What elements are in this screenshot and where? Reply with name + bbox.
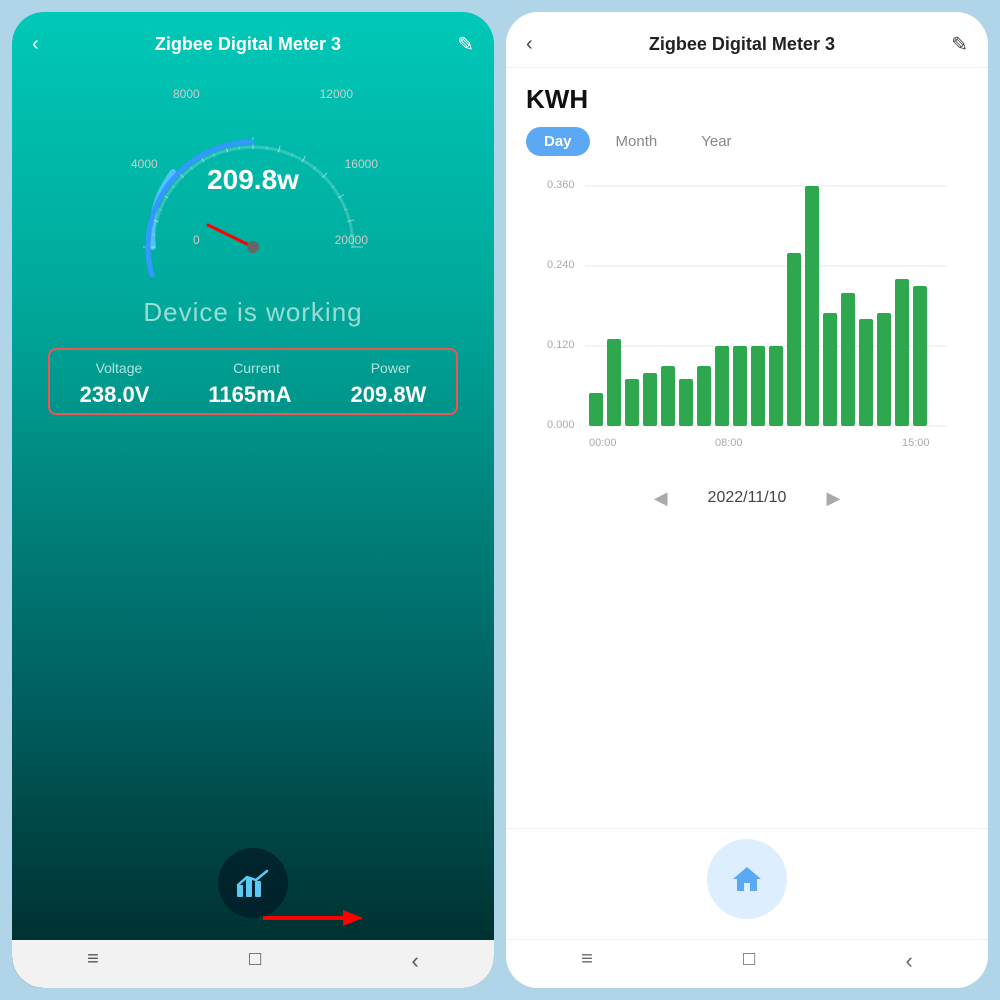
- home-icon-right[interactable]: □: [743, 948, 755, 974]
- stats-box: Voltage Current Power 238.0V 1165mA 209.…: [48, 348, 458, 415]
- voltage-value: 238.0V: [80, 382, 150, 408]
- chart-area: 0.360 0.240 0.120 0.000: [506, 168, 988, 476]
- bottom-nav-right: [506, 828, 988, 939]
- current-value: 1165mA: [208, 382, 291, 408]
- home-icon-left[interactable]: □: [249, 948, 261, 974]
- right-panel: ‹ Zigbee Digital Meter 3 ✎ KWH Day Month…: [506, 12, 988, 988]
- svg-text:08:00: 08:00: [715, 437, 743, 449]
- stats-values: 238.0V 1165mA 209.8W: [50, 382, 456, 408]
- svg-text:0.000: 0.000: [547, 419, 575, 431]
- bar-chart: 0.360 0.240 0.120 0.000: [522, 168, 972, 476]
- left-header: ‹ Zigbee Digital Meter 3 ✎: [12, 12, 494, 67]
- device-status: Device is working: [143, 297, 362, 328]
- tab-day[interactable]: Day: [526, 127, 590, 156]
- gauge-container: 8000 12000 4000 16000 0 20000 209.8w: [123, 77, 383, 277]
- svg-text:0.120: 0.120: [547, 339, 575, 351]
- svg-text:0.360: 0.360: [547, 179, 575, 191]
- current-label: Current: [233, 360, 280, 376]
- home-icon: [727, 859, 767, 899]
- gauge-label-4000: 4000: [131, 157, 158, 171]
- svg-text:00:00: 00:00: [589, 437, 617, 449]
- svg-text:15:00: 15:00: [902, 437, 930, 449]
- back-nav-left[interactable]: ‹: [412, 948, 419, 974]
- tab-bar: Day Month Year: [506, 123, 988, 168]
- system-nav-right: ≡ □ ‹: [506, 939, 988, 988]
- tab-year[interactable]: Year: [683, 127, 749, 156]
- date-nav: ◀ 2022/11/10 ▶: [506, 476, 988, 521]
- menu-icon-left[interactable]: ≡: [87, 948, 99, 974]
- back-icon-right[interactable]: ‹: [526, 33, 533, 56]
- gauge-label-20000: 20000: [335, 233, 368, 247]
- prev-date-button[interactable]: ◀: [654, 488, 668, 509]
- tab-month[interactable]: Month: [598, 127, 676, 156]
- stats-labels: Voltage Current Power: [50, 360, 456, 376]
- right-title: Zigbee Digital Meter 3: [533, 34, 952, 55]
- right-arrow: [263, 903, 363, 933]
- chart-icon: [233, 863, 273, 903]
- gauge-label-16000: 16000: [345, 157, 378, 171]
- gauge-label-12000: 12000: [320, 87, 353, 101]
- menu-icon-right[interactable]: ≡: [581, 948, 593, 974]
- gauge-label-0: 0: [193, 233, 200, 247]
- kwh-title: KWH: [506, 68, 988, 123]
- gauge-label-8000: 8000: [173, 87, 200, 101]
- back-nav-right[interactable]: ‹: [906, 948, 913, 974]
- home-button[interactable]: [707, 839, 787, 919]
- gauge-value: 209.8w: [207, 164, 299, 196]
- right-header: ‹ Zigbee Digital Meter 3 ✎: [506, 12, 988, 68]
- current-date: 2022/11/10: [708, 489, 787, 507]
- power-label: Power: [371, 360, 411, 376]
- next-date-button[interactable]: ▶: [826, 488, 840, 509]
- svg-text:0.240: 0.240: [547, 259, 575, 271]
- back-icon-left[interactable]: ‹: [32, 33, 39, 56]
- power-value: 209.8W: [351, 382, 427, 408]
- voltage-label: Voltage: [96, 360, 143, 376]
- system-nav-left: ≡ □ ‹: [12, 940, 494, 988]
- left-title: Zigbee Digital Meter 3: [39, 34, 458, 55]
- edit-icon-right[interactable]: ✎: [951, 32, 968, 57]
- edit-icon-left[interactable]: ✎: [457, 32, 474, 57]
- left-panel: ‹ Zigbee Digital Meter 3 ✎: [12, 12, 494, 988]
